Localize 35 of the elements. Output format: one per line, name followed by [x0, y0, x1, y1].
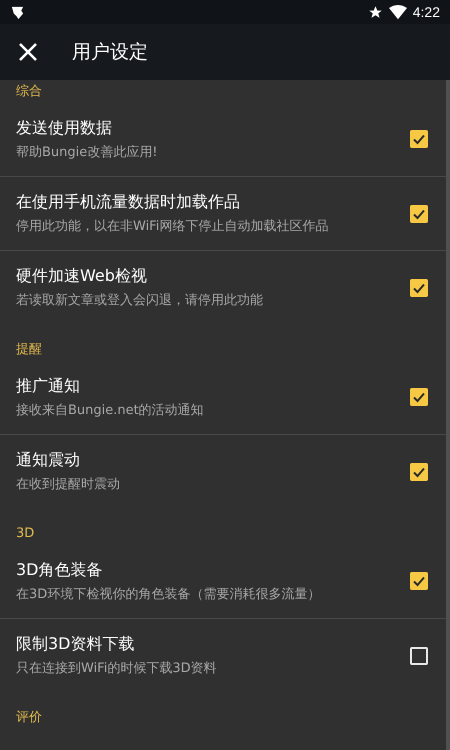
setting-title: 硬件加速Web检视: [16, 266, 148, 287]
setting-row[interactable]: 发送使用数据 帮助Bungie改善此应用!: [0, 102, 450, 176]
section-header: 3D: [16, 526, 34, 542]
setting-title: 推广通知: [16, 376, 81, 396]
checkbox[interactable]: [410, 204, 428, 222]
setting-title: 限制3D资料下载: [16, 634, 136, 655]
setting-title: 发送使用数据: [16, 118, 113, 138]
scrollbar[interactable]: [446, 80, 450, 750]
setting-description: 若读取新文章或登入会闪退，请停用此功能: [16, 292, 263, 309]
setting-description: 在收到提醒时震动: [16, 476, 120, 493]
setting-description: 只在连接到WiFi的时候下载3D资料: [16, 660, 217, 677]
page-title: 用户设定: [72, 40, 148, 65]
star-icon: [368, 4, 383, 20]
checkbox[interactable]: [410, 646, 428, 664]
checkbox[interactable]: [410, 572, 428, 590]
checkbox[interactable]: [410, 130, 428, 148]
wifi-icon: [388, 4, 407, 20]
setting-title: 通知震动: [16, 450, 81, 471]
notification-icon: [10, 4, 25, 20]
section-header: 评价: [16, 710, 42, 726]
setting-row[interactable]: 推广通知 接收来自Bungie.net的活动通知: [0, 360, 450, 434]
clock-text: 4:22: [412, 4, 440, 20]
section-header: 综合: [16, 84, 42, 100]
setting-description: 帮助Bungie改善此应用!: [16, 144, 158, 160]
setting-title: 3D角色装备: [16, 560, 104, 580]
checkbox[interactable]: [410, 278, 428, 296]
section-header: 提醒: [16, 342, 42, 358]
setting-title: 在使用手机流量数据时加载作品: [16, 192, 241, 213]
setting-row[interactable]: 3D角色装备 在3D环境下检视你的角色装备（需要消耗很多流量）: [0, 544, 450, 618]
setting-description: 接收来自Bungie.net的活动通知: [16, 402, 204, 418]
close-icon[interactable]: [18, 42, 38, 62]
checkbox[interactable]: [410, 462, 428, 480]
setting-description: 停用此功能，以在非WiFi网络下停止自动加载社区作品: [16, 218, 328, 235]
setting-description: 在3D环境下检视你的角色装备（需要消耗很多流量）: [16, 586, 320, 602]
checkbox[interactable]: [410, 388, 428, 406]
